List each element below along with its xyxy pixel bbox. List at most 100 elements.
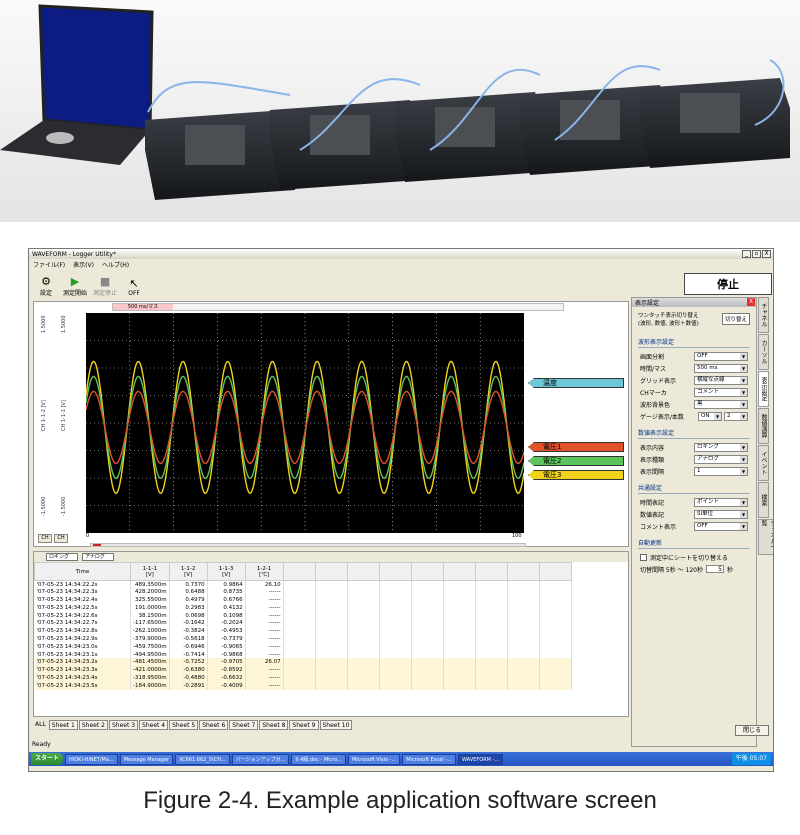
setting-select[interactable]: 1 <box>694 466 748 476</box>
menu-help[interactable]: ヘルプ(H) <box>102 260 129 270</box>
settings-button[interactable]: ⚙ 設定 <box>35 276 57 298</box>
minimize-button[interactable]: _ <box>742 250 751 258</box>
table-row[interactable]: '07-05-23 14:34:23.5s -184.9000m -0.2891 -0… <box>34 681 572 690</box>
interval-input[interactable]: 5 <box>706 565 724 573</box>
setting-select-count[interactable]: 2 <box>724 411 748 421</box>
table-row[interactable]: '07-05-23 14:34:23.3s -421.0000m -0.6380 -0… <box>34 666 572 675</box>
taskbar-item[interactable]: 9.4版.doc - Micro... <box>291 753 346 765</box>
table-cell: 26.10 <box>245 580 284 589</box>
table-row[interactable]: '07-05-23 14:34:22.8s -262.1000m -0.3824 -0… <box>34 627 572 636</box>
graph-scrollbar[interactable] <box>90 543 526 547</box>
taskbar-item[interactable]: Microsoft Excel -... <box>402 753 456 765</box>
ch-button-right[interactable]: CH <box>54 534 68 543</box>
sheet-tab[interactable]: ALL <box>33 720 48 730</box>
ch-button-left[interactable]: CH <box>38 534 52 543</box>
taskbar-item[interactable]: Microsoft Visio -... <box>347 753 401 765</box>
table-row[interactable]: '07-05-23 14:34:22.7s -117.6500m -0.1642 -0… <box>34 619 572 628</box>
start-button[interactable]: スタート <box>31 753 64 765</box>
table-row[interactable]: '07-05-23 14:34:22.3s 428.2000m 0.6488 0.87… <box>34 588 572 597</box>
menu-view[interactable]: 表示(V) <box>73 260 94 270</box>
table-row[interactable]: '07-05-23 14:34:23.2s -481.4500m -0.7252 -0… <box>34 658 572 667</box>
sheet-tab[interactable]: Sheet 3 <box>108 720 139 730</box>
table-row[interactable]: '07-05-23 14:34:22.4s 325.5500m 0.4979 0.67… <box>34 596 572 604</box>
setting-select[interactable]: 黒 <box>694 399 748 409</box>
interval-unit: 秒 <box>727 566 734 574</box>
maximize-button[interactable]: ▫ <box>752 250 761 258</box>
table-cell: -318.9500m <box>130 674 170 682</box>
stop-measure-button[interactable]: ■ 測定停止 <box>93 276 117 298</box>
sheet-tab[interactable]: Sheet 6 <box>199 720 229 730</box>
start-measure-button[interactable]: ▶ 測定開始 <box>63 276 87 298</box>
auto-switch-checkbox[interactable] <box>640 553 647 561</box>
mode-select-analog[interactable]: アナログ <box>82 553 114 561</box>
switch-button[interactable]: 切り替え <box>721 313 750 325</box>
sheet-tab[interactable]: Sheet 5 <box>169 720 199 730</box>
close-button[interactable]: X <box>762 250 771 258</box>
setting-select[interactable]: アナログ <box>694 454 748 464</box>
numeric-row: 表示間隔 1 <box>632 465 756 477</box>
menu-file[interactable]: ファイル(F) <box>33 260 65 270</box>
col-header[interactable]: 1-1-3 [V] <box>206 562 246 581</box>
table-row[interactable]: '07-05-23 14:34:22.9s -379.9000m -0.5618 -0… <box>34 635 572 643</box>
legend-temp[interactable]: 温度 <box>528 378 624 388</box>
col-header[interactable]: 1-2-1 [℃] <box>244 562 284 581</box>
sheet-tab[interactable]: Sheet 4 <box>139 720 169 730</box>
setting-select[interactable]: ロギング <box>694 442 748 452</box>
taskbar-item[interactable]: HIOKI-HiNET/Ma... <box>65 753 118 765</box>
table-cell: 0.7370 <box>169 580 208 589</box>
table-cell: 0.6766 <box>207 596 246 604</box>
table-cell: -0.2891 <box>169 681 208 690</box>
panel-close-button[interactable]: X <box>747 298 755 306</box>
sheet-tab[interactable]: Sheet 10 <box>319 720 353 730</box>
legend-voltage3[interactable]: 電圧3 <box>528 470 624 480</box>
setting-select[interactable]: OFF <box>694 351 748 361</box>
y-axis-right: -1.5000 CH 1-1-1 [V] 1.5000 <box>61 316 67 516</box>
title-bar[interactable]: WAVEFORM - Logger Utility* _ ▫ X <box>29 249 773 259</box>
setting-select[interactable]: 500 ms <box>694 363 748 373</box>
setting-label: 波形背景色 <box>640 401 671 409</box>
vtab-item[interactable]: 検索 <box>758 482 769 518</box>
table-row[interactable]: '07-05-23 14:34:22.2s 489.3500m 0.7370 0.98… <box>34 580 572 589</box>
mode-select-logging[interactable]: ロギング <box>46 553 79 561</box>
table-row[interactable]: '07-05-23 14:34:23.4s -318.9500m -0.4880 -0… <box>34 674 572 682</box>
table-cell: -0.8592 <box>207 666 246 675</box>
taskbar-item[interactable]: バージョンアップガ... <box>231 753 290 765</box>
waveform-row: 画面分割 OFF <box>632 350 756 362</box>
vtab-item[interactable]: 数値演算 <box>758 408 769 444</box>
sheet-tab[interactable]: Sheet 9 <box>289 720 319 730</box>
table-row[interactable]: '07-05-23 14:34:22.5s 191.0000m 0.2983 0.41… <box>34 603 572 612</box>
vtab-item[interactable]: チャネル一覧 <box>758 519 773 555</box>
taskbar-item[interactable]: Message Manager <box>119 753 174 765</box>
sheet-tab[interactable]: Sheet 2 <box>78 720 108 730</box>
legend-voltage2[interactable]: 電圧2 <box>528 456 624 466</box>
sheet-tab[interactable]: Sheet 8 <box>259 720 289 730</box>
setting-select[interactable]: 横縦な点線 <box>694 375 748 385</box>
panel-close-action[interactable]: 閉じる <box>735 725 769 736</box>
col-header[interactable]: 1-1-1 [V] <box>130 562 170 581</box>
vtab-item[interactable]: イベント <box>758 445 769 481</box>
setting-select[interactable]: ON <box>698 411 722 421</box>
setting-select[interactable]: SI単位 <box>694 509 748 519</box>
plot-area[interactable] <box>85 313 525 533</box>
vtab-item[interactable]: 表示設定 <box>758 371 769 407</box>
taskbar-item[interactable]: XC661.662_5\CH... <box>175 753 230 765</box>
vtab-item[interactable]: カーソル <box>758 334 769 370</box>
table-cell: '07-05-23 14:34:22.5s <box>34 603 131 612</box>
setting-select[interactable]: ポイント <box>694 497 748 507</box>
x-end-label: 100 <box>512 533 522 539</box>
table-row[interactable]: '07-05-23 14:34:22.6s 38.1500m 0.0698 0.109… <box>34 611 572 620</box>
taskbar-item[interactable]: WAVEFORM -... <box>457 753 504 765</box>
table-row[interactable]: '07-05-23 14:34:23.1s -494.9500m -0.7414 -0… <box>34 650 572 659</box>
setting-select[interactable]: OFF <box>694 521 748 531</box>
table-row[interactable]: '07-05-23 14:34:23.0s -459.7500m -0.6946 -0… <box>34 642 572 651</box>
sheet-tab[interactable]: Sheet 7 <box>229 720 259 730</box>
window-title: WAVEFORM - Logger Utility* <box>32 250 116 258</box>
numeric-row: 表示内容 ロギング <box>632 441 756 453</box>
legend-voltage1[interactable]: 電圧1 <box>528 442 624 452</box>
setting-select[interactable]: コメント <box>694 387 748 397</box>
col-time[interactable]: Time <box>34 562 131 581</box>
vtab-item[interactable]: チャネル <box>758 297 769 333</box>
col-header[interactable]: 1-1-2 [V] <box>168 562 208 581</box>
sheet-tab[interactable]: Sheet 1 <box>48 720 78 730</box>
cursor-mode-button[interactable]: ↖ OFF <box>123 278 145 298</box>
